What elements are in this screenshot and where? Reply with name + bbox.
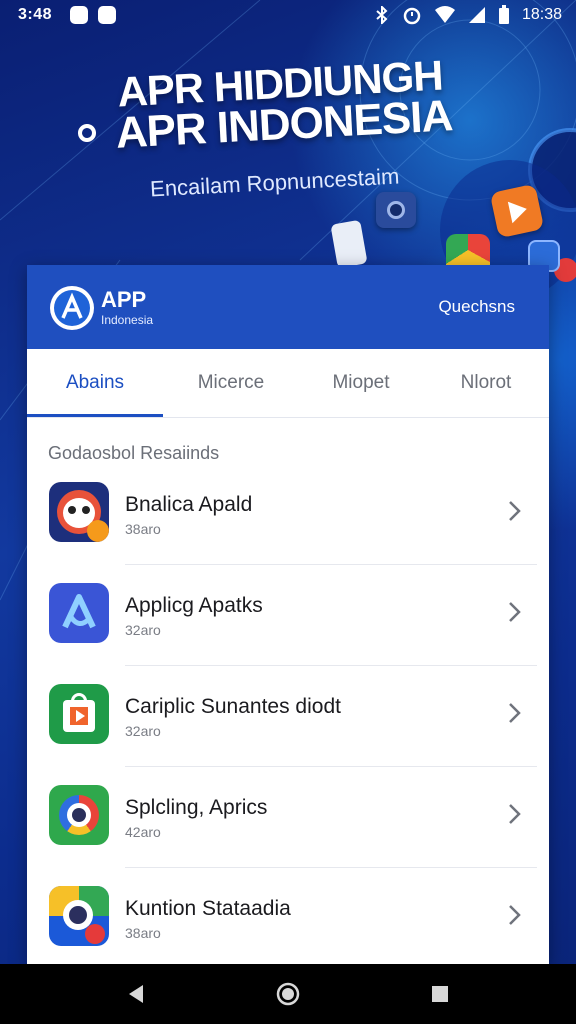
chevron-right-icon <box>509 804 521 824</box>
active-tab-indicator <box>27 414 163 417</box>
list-item[interactable]: Splcling, Aprics 42aro <box>27 767 549 867</box>
chevron-right-icon <box>509 501 521 521</box>
alarm-icon <box>403 7 421 25</box>
brand-subtitle: Indonesia <box>101 313 154 327</box>
green-bag-app-icon <box>49 684 109 744</box>
list-item[interactable]: Applicg Apatks 32aro <box>27 565 549 665</box>
list-item[interactable]: Kuntion Stataadia 38aro <box>27 868 549 965</box>
play-store-icon <box>489 183 545 239</box>
app-title: Bnalica Apald <box>125 493 253 516</box>
list-item[interactable]: Bnalica Apald 38aro <box>27 464 549 564</box>
tab-abains[interactable]: Abains <box>27 349 163 417</box>
chevron-right-icon <box>509 602 521 622</box>
app-title: Splcling, Aprics <box>125 796 268 819</box>
card-header: APP Indonesia Quechsns <box>27 265 549 349</box>
section-heading: Godaosbol Resaiinds <box>48 443 220 463</box>
panda-app-icon <box>49 482 109 542</box>
maps-app-icon <box>49 886 109 946</box>
back-icon[interactable] <box>123 981 149 1007</box>
brand-title: APP <box>101 287 147 312</box>
system-navigation-bar <box>0 964 576 1024</box>
notification-icon <box>70 6 88 24</box>
camera-icon <box>376 192 416 228</box>
status-bar: 3:48 18:38 <box>0 0 576 30</box>
brand-logo-icon <box>50 286 94 330</box>
app-size: 38aro <box>125 521 161 537</box>
chevron-right-icon <box>509 703 521 723</box>
blue-a-app-icon <box>49 583 109 643</box>
header-link[interactable]: Quechsns <box>438 297 515 317</box>
chrome-icon <box>446 234 490 266</box>
tab-nlorot[interactable]: Nlorot <box>423 349 549 417</box>
wifi-icon <box>434 6 455 23</box>
app-list-card: APP Indonesia Quechsns Abains Micerce Mi… <box>27 265 549 965</box>
status-clock: 18:38 <box>521 6 562 23</box>
app-title: Kuntion Stataadia <box>125 897 291 920</box>
tab-bar: Abains Micerce Miopet Nlorot <box>27 349 549 418</box>
signal-icon <box>468 7 485 23</box>
ring-app-icon <box>49 785 109 845</box>
app-size: 38aro <box>125 925 161 941</box>
app-size: 32aro <box>125 723 161 739</box>
home-icon[interactable] <box>275 981 301 1007</box>
app-size: 32aro <box>125 622 161 638</box>
chevron-right-icon <box>509 905 521 925</box>
tab-miopet[interactable]: Miopet <box>299 349 423 417</box>
battery-icon <box>498 5 509 24</box>
bluetooth-icon <box>376 6 388 24</box>
app-size: 42aro <box>125 824 161 840</box>
list-item[interactable]: Cariplic Sunantes diodt 32aro <box>27 666 549 766</box>
app-title: Applicg Apatks <box>125 594 263 617</box>
youtube-icon <box>98 6 116 24</box>
status-time-left: 3:48 <box>18 6 53 23</box>
app-title: Cariplic Sunantes diodt <box>125 695 341 718</box>
tab-micerce[interactable]: Micerce <box>163 349 299 417</box>
recents-icon[interactable] <box>427 981 453 1007</box>
